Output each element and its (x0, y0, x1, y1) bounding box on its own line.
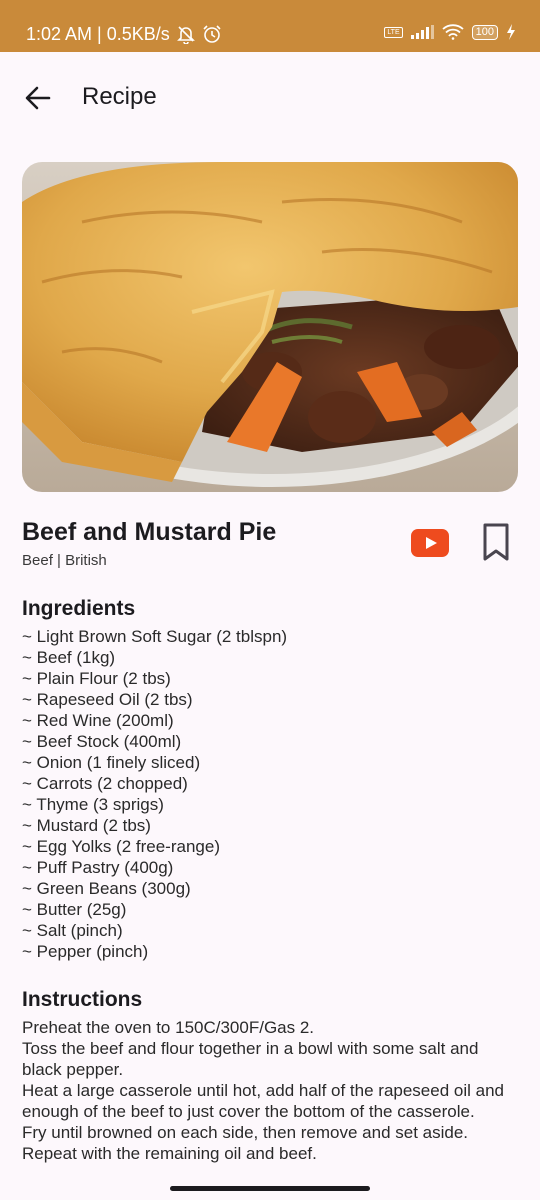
instructions-heading: Instructions (22, 988, 143, 1011)
battery-icon: 100 (471, 24, 498, 40)
ingredient-item: ~ Green Beans (300g) (22, 879, 191, 898)
status-bar: 1:02 AM | 0.5KB/s LTE 100 (0, 0, 540, 52)
youtube-icon (411, 529, 449, 557)
recipe-image (22, 162, 518, 492)
status-time: 1:02 AM | 0.5KB/s (26, 24, 170, 44)
charging-icon (507, 24, 515, 40)
ingredient-item: ~ Plain Flour (2 tbs) (22, 669, 171, 688)
meal-category-area: Beef | British (22, 552, 107, 569)
ingredient-item: ~ Rapeseed Oil (2 tbs) (22, 690, 193, 709)
signal-icon (410, 25, 434, 39)
page-title: Recipe (82, 83, 157, 110)
ingredient-item: ~ Onion (1 finely sliced) (22, 753, 201, 772)
ingredient-item: ~ Beef Stock (400ml) (22, 732, 182, 751)
ingredients-heading: Ingredients (22, 597, 136, 620)
arrow-left-icon (25, 86, 51, 110)
ingredient-item: ~ Mustard (2 tbs) (22, 816, 151, 835)
pie-illustration (22, 162, 518, 492)
lte-icon: LTE (384, 26, 403, 38)
ingredient-item: ~ Thyme (3 sprigs) (22, 795, 164, 814)
ingredient-item: ~ Pepper (pinch) (22, 942, 149, 961)
ingredient-item: ~ Beef (1kg) (22, 648, 116, 667)
instructions-text: Preheat the oven to 150C/300F/Gas 2. Tos… (22, 1018, 504, 1163)
youtube-button[interactable] (410, 528, 450, 558)
ingredients-list: ~ Light Brown Soft Sugar (2 tblspn) ~ Bee… (22, 626, 287, 962)
ingredient-item: ~ Carrots (2 chopped) (22, 774, 188, 793)
ingredient-item: ~ Light Brown Soft Sugar (2 tblspn) (22, 627, 288, 646)
ingredient-item: ~ Red Wine (200ml) (22, 711, 174, 730)
app-bar: Recipe (0, 52, 540, 142)
ingredient-item: ~ Salt (pinch) (22, 921, 123, 940)
back-button[interactable] (20, 80, 56, 116)
gesture-nav-handle[interactable] (170, 1186, 370, 1191)
ingredient-item: ~ Egg Yolks (2 free-range) (22, 837, 220, 856)
bookmark-outline-icon (483, 523, 509, 561)
status-left: 1:02 AM | 0.5KB/s (26, 23, 222, 45)
alarm-icon (203, 25, 221, 43)
status-right: LTE 100 (384, 24, 516, 40)
bookmark-button[interactable] (480, 522, 512, 562)
meal-title: Beef and Mustard Pie (22, 518, 277, 546)
ingredient-item: ~ Butter (25g) (22, 900, 127, 919)
ingredient-item: ~ Puff Pastry (400g) (22, 858, 174, 877)
mute-alarm-icon (176, 26, 195, 44)
wifi-icon (442, 24, 464, 40)
